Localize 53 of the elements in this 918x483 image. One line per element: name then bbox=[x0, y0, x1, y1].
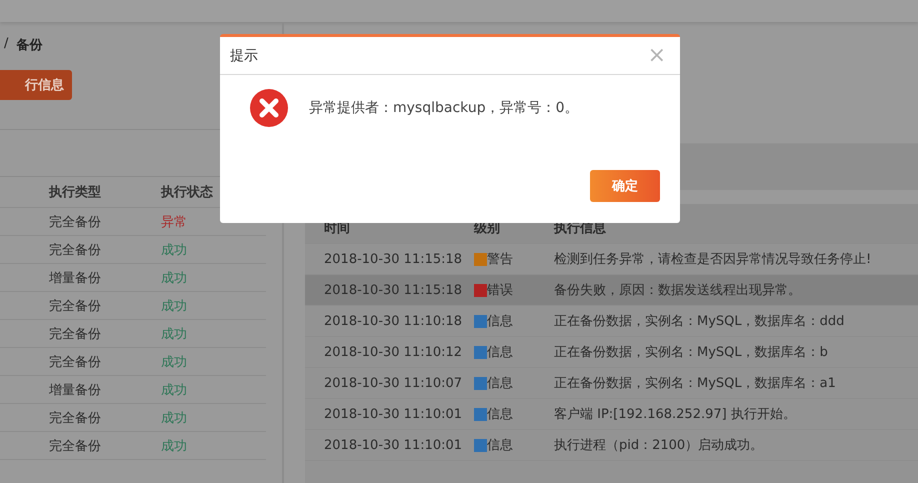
dialog-title: 提示 bbox=[230, 46, 258, 64]
column-header: 执行状态 bbox=[161, 184, 213, 201]
status-text: 成功 bbox=[161, 242, 187, 258]
error-icon bbox=[250, 89, 288, 127]
status-text: 成功 bbox=[161, 382, 187, 398]
breadcrumb-separator: / bbox=[4, 36, 8, 48]
status-text: 成功 bbox=[161, 326, 187, 342]
level-text: 信息 bbox=[487, 375, 513, 392]
message-cell-text: 正在备份数据，实例名：MySQL，数据库名：a1 bbox=[554, 375, 836, 392]
status-text: 成功 bbox=[161, 410, 187, 426]
log-row[interactable]: 2018-10-30 11:10:07 信息 正在备份数据，实例名：MySQL，数据库名：a1 bbox=[305, 368, 918, 399]
message-cell-text: 客户端 IP:[192.168.252.97] 执行开始。 bbox=[554, 406, 796, 423]
execution-info-button[interactable]: 行信息 bbox=[0, 70, 72, 100]
level-text: 信息 bbox=[487, 437, 513, 454]
table-cell-text: 增量备份 bbox=[49, 382, 102, 398]
time-cell-text: 2018-10-30 11:10:01 bbox=[324, 406, 464, 422]
log-row[interactable]: 2018-10-30 11:10:12 信息 正在备份数据，实例名：MySQL，数据库名：b bbox=[305, 337, 918, 368]
time-cell-text: 2018-10-30 11:15:18 bbox=[324, 282, 464, 298]
status-text: 成功 bbox=[161, 298, 187, 314]
log-row[interactable]: 2018-10-30 11:15:18 错误 备份失败，原因：数据发送线程出现异常。 bbox=[305, 275, 918, 306]
time-cell-text: 2018-10-30 11:10:01 bbox=[324, 438, 464, 452]
time-cell-text: 2018-10-30 11:15:18 bbox=[324, 252, 464, 266]
table-cell-text: 完全备份 bbox=[49, 354, 102, 370]
message-cell-text: 正在备份数据，实例名：MySQL，数据库名：ddd bbox=[554, 313, 844, 330]
table-cell-text: 完全备份 bbox=[49, 326, 102, 342]
message-cell-text: 执行进程（pid：2100）启动成功。 bbox=[554, 437, 764, 454]
level-text: 信息 bbox=[487, 313, 513, 330]
level-text: 错误 bbox=[487, 282, 513, 299]
column-header: 执行类型 bbox=[49, 184, 102, 201]
log-row[interactable]: 2018-10-30 11:10:18 信息 正在备份数据，实例名：MySQL，数据库名：ddd bbox=[305, 306, 918, 337]
message-cell-text: 检测到任务异常，请检查是否因异常情况导致任务停止! bbox=[554, 251, 872, 268]
error-message: 异常提供者：mysqlbackup，异常号：0。 bbox=[309, 99, 578, 117]
table-cell-text: 完全备份 bbox=[49, 214, 102, 230]
confirm-button[interactable]: 确定 bbox=[590, 170, 660, 202]
time-cell-text: 2018-10-30 11:10:12 bbox=[324, 344, 464, 360]
table-cell-text: 完全备份 bbox=[49, 410, 102, 426]
status-text: 成功 bbox=[161, 354, 187, 370]
log-row[interactable]: 2018-10-30 11:10:01 信息 客户端 IP:[192.168.252.97] 执行开始。 bbox=[305, 399, 918, 430]
level-text: 信息 bbox=[487, 344, 513, 361]
message-cell-text: 正在备份数据，实例名：MySQL，数据库名：b bbox=[554, 344, 828, 361]
level-text: 信息 bbox=[487, 406, 513, 423]
table-cell-text: 增量备份 bbox=[49, 270, 102, 286]
table-cell-text: 完全备份 bbox=[49, 242, 102, 258]
time-cell-text: 2018-10-30 11:10:07 bbox=[324, 376, 464, 390]
level-text: 警告 bbox=[487, 251, 513, 268]
table-cell-text: 完全备份 bbox=[49, 438, 102, 454]
message-cell-text: 备份失败，原因：数据发送线程出现异常。 bbox=[554, 282, 801, 299]
time-cell-text: 2018-10-30 11:10:18 bbox=[324, 314, 464, 328]
status-text: 成功 bbox=[161, 438, 187, 454]
status-text: 异常 bbox=[161, 214, 187, 230]
log-row[interactable]: 2018-10-30 11:10:01 信息 执行进程（pid：2100）启动成功。 bbox=[305, 430, 918, 461]
status-text: 成功 bbox=[161, 270, 187, 286]
table-cell-text: 完全备份 bbox=[49, 298, 102, 314]
